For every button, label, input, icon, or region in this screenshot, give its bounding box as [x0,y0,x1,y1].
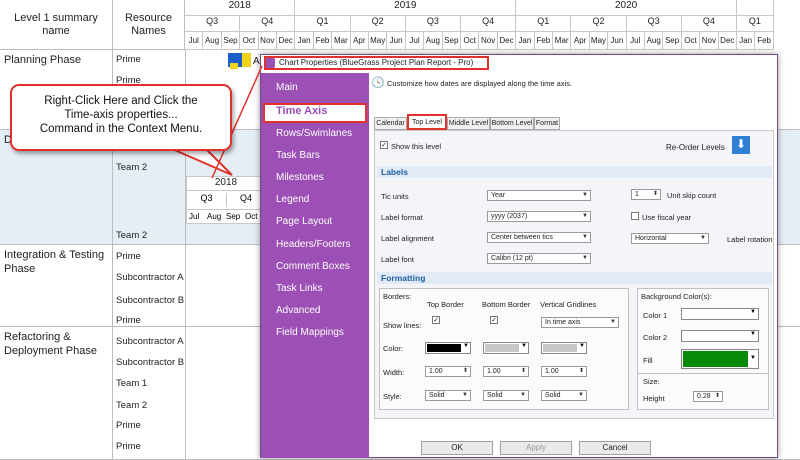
callout-line: Time-axis properties... [64,109,178,121]
callout-line: Right-Click Here and Click the [44,95,198,107]
callout-pointer [169,65,263,179]
callout-line: Command in the Context Menu. [39,123,203,135]
callout-box: Right-Click Here and Click the Time-axis… [10,84,232,151]
